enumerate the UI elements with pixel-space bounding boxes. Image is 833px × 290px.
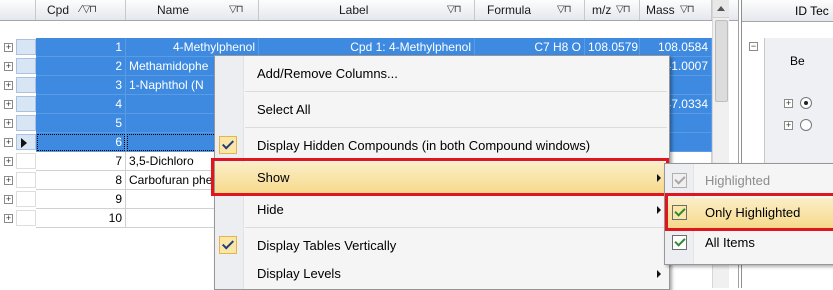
expand-row-icon[interactable]: +: [4, 138, 13, 147]
row-selector[interactable]: [16, 115, 36, 131]
submenu-item-label: Only Highlighted: [705, 205, 801, 220]
checkbox-icon: [672, 173, 687, 188]
submenu-item-label: All Items: [705, 235, 755, 250]
expand-row-icon[interactable]: +: [4, 43, 13, 52]
expand-icon[interactable]: +: [784, 121, 793, 130]
column-label: Label: [339, 3, 369, 17]
submenu-arrow-icon: [657, 174, 661, 182]
menu-separator: [245, 227, 667, 228]
cell-cpd[interactable]: 6: [36, 133, 126, 152]
checkmark-icon: [219, 136, 237, 154]
expand-row-icon[interactable]: +: [4, 100, 13, 109]
checkbox-icon: [672, 235, 687, 250]
column-header-mz[interactable]: m/z ▽⊓: [585, 0, 640, 20]
current-row-arrow-icon: [21, 138, 27, 148]
column-header-cpd[interactable]: Cpd ⁄ ▽⊓: [36, 0, 126, 20]
row-selector[interactable]: [16, 191, 36, 207]
cell-cpd[interactable]: 4: [36, 95, 126, 114]
submenu-item-label: Highlighted: [705, 173, 771, 188]
cell-cpd[interactable]: 3: [36, 76, 126, 95]
expand-row-icon[interactable]: +: [4, 176, 13, 185]
column-label: m/z: [592, 3, 612, 17]
context-menu: Add/Remove Columns... Select All Display…: [214, 55, 670, 290]
expand-icon[interactable]: +: [784, 99, 793, 108]
row-selector[interactable]: [16, 96, 36, 112]
column-header-formula[interactable]: Formula ▽⊓: [475, 0, 585, 20]
show-submenu: Highlighted Only Highlighted All Items: [664, 163, 833, 265]
row-selector[interactable]: [16, 153, 36, 169]
cell-cpd[interactable]: 5: [36, 114, 126, 133]
expand-row-icon[interactable]: +: [4, 157, 13, 166]
menu-separator: [245, 127, 667, 128]
scroll-thumb[interactable]: [715, 20, 728, 102]
filter-icon[interactable]: ⁄ ▽⊓: [80, 0, 97, 20]
menu-item-display-levels[interactable]: Display Levels: [215, 258, 669, 290]
submenu-item-only-highlighted[interactable]: Only Highlighted: [665, 198, 833, 228]
column-header-mass[interactable]: Mass ▽⊓: [640, 0, 712, 20]
column-header-name[interactable]: Name ▽⊓: [126, 0, 259, 20]
column-label: Cpd: [47, 3, 70, 17]
cell-cpd[interactable]: 7: [36, 152, 126, 171]
menu-item-label: Show: [257, 170, 290, 185]
cell-cpd[interactable]: 9: [36, 190, 126, 209]
panel-label: Be: [790, 54, 805, 68]
expand-row-icon[interactable]: +: [4, 195, 13, 204]
submenu-arrow-icon: [657, 270, 661, 278]
menu-item-label: Display Hidden Compounds (in both Compou…: [257, 138, 591, 153]
expand-row-icon[interactable]: +: [4, 62, 13, 71]
expand-row-icon[interactable]: +: [4, 81, 13, 90]
filter-icon[interactable]: ▽⊓: [447, 0, 461, 20]
column-header-label[interactable]: Label ▽⊓: [259, 0, 475, 20]
cell-cpd[interactable]: 10: [36, 209, 126, 228]
filter-icon[interactable]: ▽⊓: [616, 0, 630, 20]
menu-item-hide[interactable]: Hide: [215, 194, 669, 226]
filter-icon[interactable]: ▽⊓: [557, 0, 571, 20]
menu-item-label: Hide: [257, 202, 284, 217]
scroll-up-icon[interactable]: [713, 0, 729, 18]
menu-item-label: Select All: [257, 102, 311, 117]
menu-item-select-all[interactable]: Select All: [215, 94, 669, 126]
filter-icon[interactable]: ▽⊓: [680, 0, 694, 20]
menu-item-label: Display Levels: [257, 266, 341, 281]
column-label: Name: [157, 3, 190, 17]
row-selector[interactable]: [16, 39, 36, 55]
cell-cpd[interactable]: 2: [36, 57, 126, 76]
row-selector[interactable]: [16, 172, 36, 188]
row-selector[interactable]: [16, 77, 36, 93]
submenu-item-all-items[interactable]: All Items: [665, 228, 833, 258]
menu-separator: [245, 91, 667, 92]
menu-item-show[interactable]: Show: [215, 162, 669, 194]
menu-item-add-remove-columns[interactable]: Add/Remove Columns...: [215, 58, 669, 90]
checkmark-icon: [219, 236, 237, 254]
collapse-icon[interactable]: −: [749, 42, 758, 51]
checkbox-icon: [672, 205, 687, 220]
expand-row-icon[interactable]: +: [4, 214, 13, 223]
submenu-arrow-icon: [657, 206, 661, 214]
radio-option-1[interactable]: [800, 97, 812, 109]
row-header-corner: [0, 0, 36, 20]
expand-row-icon[interactable]: +: [4, 119, 13, 128]
cell-cpd[interactable]: 1: [36, 38, 126, 57]
column-label: Formula: [487, 3, 532, 17]
table-header: Cpd ⁄ ▽⊓ Name ▽⊓ Label ▽⊓ Formula ▽⊓ m/z…: [0, 0, 738, 21]
filter-icon[interactable]: ▽⊓: [229, 0, 243, 20]
menu-item-label: Add/Remove Columns...: [257, 66, 398, 81]
panel-header[interactable]: ID Tec: [742, 0, 833, 22]
row-selector[interactable]: [16, 210, 36, 226]
column-label: Mass: [646, 3, 675, 17]
submenu-item-highlighted[interactable]: Highlighted: [665, 166, 833, 196]
cell-cpd[interactable]: 8: [36, 171, 126, 190]
row-selector[interactable]: [16, 134, 36, 150]
row-selector[interactable]: [16, 58, 36, 74]
radio-option-2[interactable]: [800, 119, 812, 131]
menu-item-display-hidden-compounds[interactable]: Display Hidden Compounds (in both Compou…: [215, 130, 669, 162]
